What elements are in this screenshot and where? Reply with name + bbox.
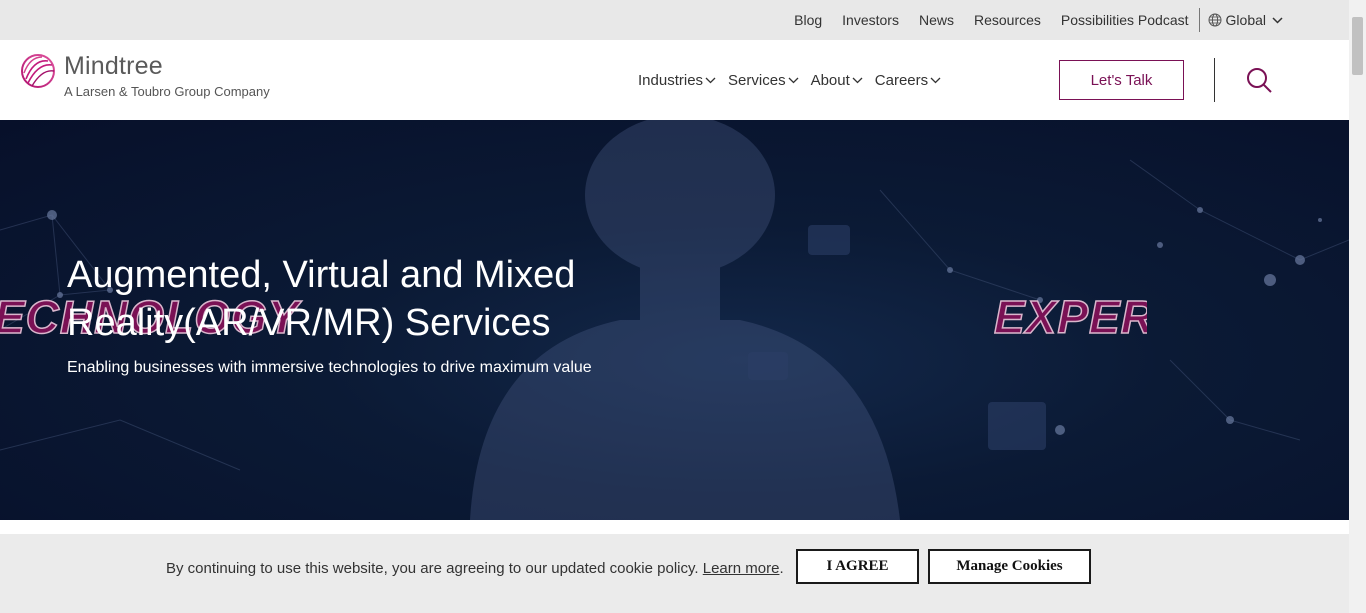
lets-talk-button[interactable]: Let's Talk (1059, 60, 1184, 100)
logo-text: Mindtree A Larsen & Toubro Group Company (64, 53, 270, 99)
nav-label: Careers (874, 71, 929, 89)
region-selector[interactable]: Global (1208, 12, 1287, 28)
manage-cookies-button[interactable]: Manage Cookies (928, 549, 1091, 584)
search-button[interactable] (1246, 67, 1273, 99)
nav-label: Services (728, 71, 786, 89)
nav-services[interactable]: Services (728, 72, 799, 89)
nav-industries[interactable]: Industries (638, 72, 716, 89)
chevron-down-icon (930, 77, 941, 83)
logo[interactable]: Mindtree A Larsen & Toubro Group Company (20, 53, 270, 99)
utility-link-blog[interactable]: Blog (794, 12, 822, 28)
utility-link-investors[interactable]: Investors (842, 12, 899, 28)
nav-about[interactable]: About (811, 72, 863, 89)
chevron-down-icon (1272, 16, 1283, 24)
main-nav: Industries Services About Careers (638, 40, 953, 120)
utility-bar: Blog Investors News Resources Possibilit… (0, 0, 1349, 40)
main-header: Mindtree A Larsen & Toubro Group Company… (0, 40, 1349, 120)
search-icon (1247, 68, 1272, 93)
page-scrollbar[interactable] (1349, 0, 1366, 613)
utility-divider (1198, 8, 1200, 32)
agree-button[interactable]: I AGREE (796, 549, 919, 584)
chevron-down-icon (788, 77, 799, 83)
region-label: Global (1225, 12, 1266, 28)
cookie-banner: By continuing to use this website, you a… (0, 534, 1349, 613)
cookie-period: . (779, 560, 784, 577)
hero-title: Augmented, Virtual and Mixed Reality(AR/… (67, 254, 576, 344)
chevron-down-icon (705, 77, 716, 83)
background-word-right: EXPER (994, 290, 1147, 344)
utility-link-news[interactable]: News (919, 12, 954, 28)
nav-careers[interactable]: Careers (875, 72, 941, 89)
content-gap (0, 520, 1349, 534)
mindtree-logo-icon (21, 54, 55, 88)
header-divider (1214, 58, 1215, 102)
logo-tagline: A Larsen & Toubro Group Company (64, 84, 270, 99)
utility-links: Blog Investors News Resources Possibilit… (774, 0, 1287, 40)
globe-icon (1208, 13, 1222, 27)
nav-label: About (810, 71, 850, 89)
learn-more-link[interactable]: Learn more (703, 560, 780, 577)
utility-link-resources[interactable]: Resources (974, 12, 1041, 28)
utility-link-podcast[interactable]: Possibilities Podcast (1061, 12, 1189, 28)
hero-subtitle: Enabling businesses with immersive techn… (67, 359, 592, 376)
chevron-down-icon (852, 77, 863, 83)
scrollbar-thumb[interactable] (1352, 17, 1363, 75)
nav-label: Industries (638, 71, 704, 89)
cookie-text: By continuing to use this website, you a… (166, 560, 699, 577)
cookie-message: By continuing to use this website, you a… (166, 560, 784, 577)
hero-banner: ECHNOLOGY EXPER Augmented, Virtual and M… (0, 120, 1349, 520)
logo-name: Mindtree (64, 52, 163, 80)
